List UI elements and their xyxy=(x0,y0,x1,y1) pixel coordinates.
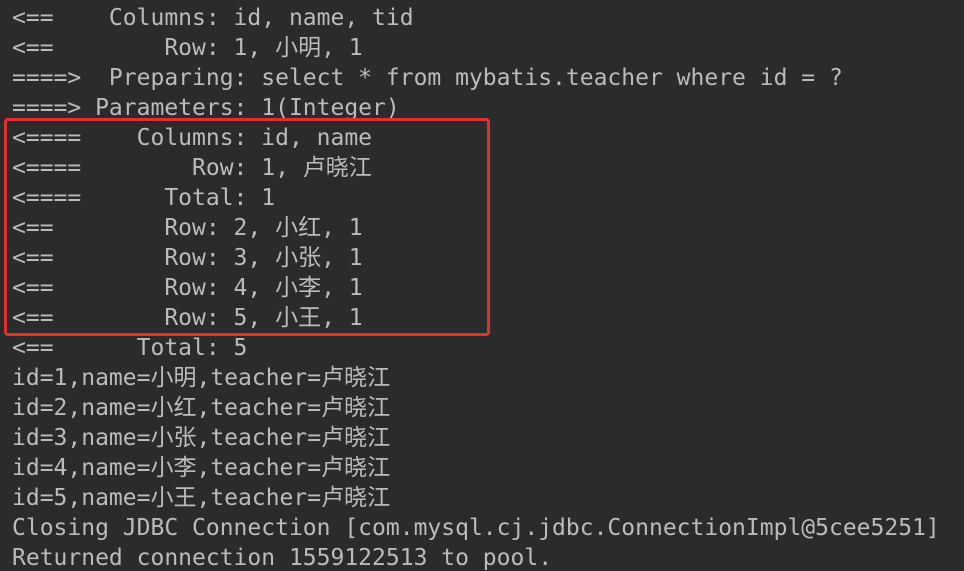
log-line: <== Row: 3, 小张, 1 xyxy=(12,245,363,271)
log-line: id=1,name=小明,teacher=卢晓江 xyxy=(12,365,391,391)
log-line: id=4,name=小李,teacher=卢晓江 xyxy=(12,455,391,481)
log-line: <== Row: 4, 小李, 1 xyxy=(12,275,363,301)
log-line: <== Total: 5 xyxy=(12,335,248,361)
log-line: <== Row: 5, 小王, 1 xyxy=(12,305,363,331)
log-line: ====> Preparing: select * from mybatis.t… xyxy=(12,65,843,91)
log-line: Closing JDBC Connection [com.mysql.cj.jd… xyxy=(12,515,940,541)
console-output: <== Columns: id, name, tid <== Row: 1, 小… xyxy=(0,0,964,571)
log-line: id=5,name=小王,teacher=卢晓江 xyxy=(12,485,391,511)
log-line: Returned connection 1559122513 to pool. xyxy=(12,545,553,571)
log-line: <==== Row: 1, 卢晓江 xyxy=(12,155,372,181)
log-line: <==== Columns: id, name xyxy=(12,125,373,151)
log-line: <==== Total: 1 xyxy=(12,185,276,211)
log-line: ====> Parameters: 1(Integer) xyxy=(12,95,400,121)
log-line: <== Columns: id, name, tid xyxy=(12,5,414,31)
log-line: id=3,name=小张,teacher=卢晓江 xyxy=(12,425,391,451)
log-line: <== Row: 2, 小红, 1 xyxy=(12,215,363,241)
log-line: <== Row: 1, 小明, 1 xyxy=(12,35,363,61)
log-line: id=2,name=小红,teacher=卢晓江 xyxy=(12,395,391,421)
